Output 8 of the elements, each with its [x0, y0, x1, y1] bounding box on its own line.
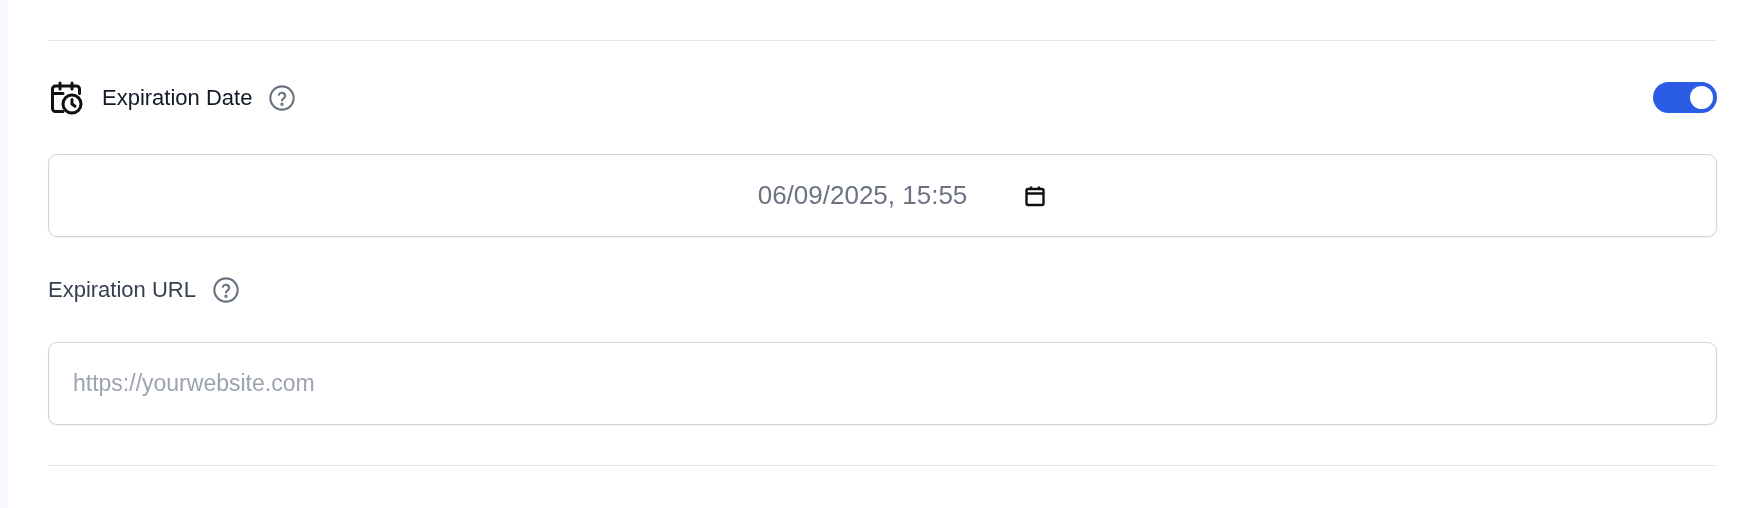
date-field[interactable]: 06/09/2025, 15:55	[48, 154, 1717, 237]
help-icon[interactable]	[268, 83, 297, 112]
url-field[interactable]: https://yourwebsite.com	[48, 342, 1717, 425]
toggle-switch[interactable]	[1653, 82, 1717, 113]
help-icon[interactable]	[211, 275, 240, 304]
section-title: Expiration Date	[102, 84, 253, 111]
field-label: Expiration URL	[48, 276, 196, 303]
calendar-clock-icon	[48, 79, 84, 116]
